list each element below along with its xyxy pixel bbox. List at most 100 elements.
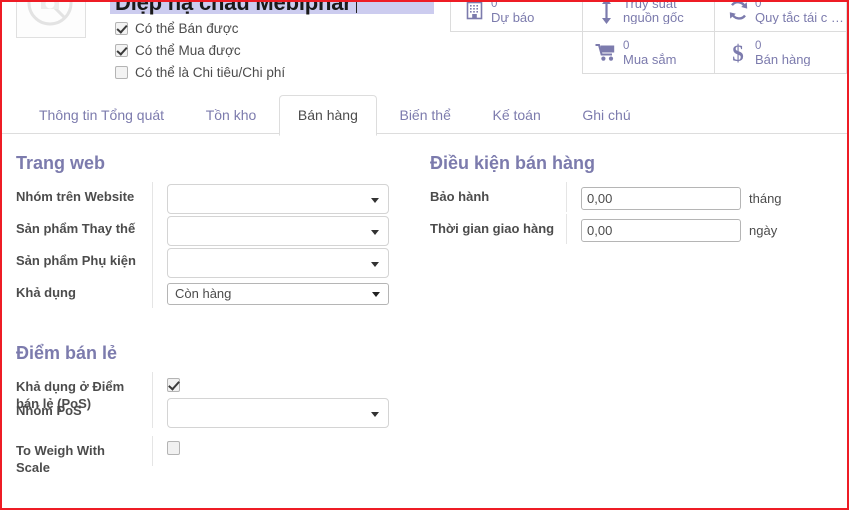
delivery-lead-time-unit: ngày: [749, 222, 778, 238]
chevron-down-icon: [371, 230, 379, 235]
notebook-tab-bar: Thông tin Tổng quát Tồn kho Bán hàng Biế…: [2, 94, 847, 136]
tab-inventory[interactable]: Tồn kho: [187, 95, 276, 136]
chevron-down-icon: [371, 262, 379, 267]
stat-button-reordering-rules[interactable]: 0 Quy tắc tái c …: [714, 0, 847, 32]
text-caret: [355, 2, 357, 13]
stat-reordering-label: Quy tắc tái c …: [755, 10, 844, 24]
svg-text:$: $: [732, 41, 744, 65]
chevron-down-icon: [371, 198, 379, 203]
warranty-input[interactable]: 0,00: [581, 186, 741, 210]
dollar-icon: $: [723, 41, 753, 65]
stat-button-sales-text: 0 Bán hàng: [753, 40, 811, 66]
can-be-expensed-checkbox[interactable]: [115, 65, 128, 79]
stat-button-row-2: 0 Mua sắm $ 0 Bán hàng: [447, 31, 847, 74]
availability-select[interactable]: Còn hàng: [167, 283, 389, 305]
can-be-sold-checkbox[interactable]: [115, 21, 128, 35]
stat-button-traceability[interactable]: Truy suất nguồn gốc: [582, 0, 715, 32]
group-title-pos: Điểm bán lẻ: [16, 343, 118, 363]
accessory-products-input[interactable]: [167, 248, 389, 278]
value-delivery-lead-time: 0,00 ngày: [566, 214, 846, 244]
tab-panel-sales: Trang web Nhóm trên Website Sản phẩm Tha…: [2, 134, 847, 494]
stat-button-forecast[interactable]: 0 Dự báo: [450, 0, 583, 32]
checkbox-row-can-be-expensed[interactable]: Có thể là Chi tiêu/Chi phí: [115, 61, 285, 83]
form-header: Diệp hạ châu Mebiphar Có thể Bán được Có…: [2, 0, 847, 90]
updown-arrow-icon: [591, 2, 621, 24]
sales-right-column: Điều kiện bán hàng Bảo hành 0,00 tháng T…: [416, 152, 846, 246]
checkbox-row-can-be-sold[interactable]: Có thể Bán được: [115, 17, 285, 39]
stat-sales-label: Bán hàng: [755, 52, 811, 66]
label-pos-category: Nhóm PoS: [16, 403, 82, 418]
stat-reordering-value: 0: [755, 0, 762, 10]
building-icon: [459, 2, 489, 20]
stat-sales-value: 0: [755, 39, 762, 52]
to-weigh-with-scale-checkbox[interactable]: [167, 441, 180, 455]
label-availability: Khả dụng: [16, 285, 76, 300]
sales-left-column: Trang web Nhóm trên Website Sản phẩm Tha…: [2, 152, 416, 476]
delivery-lead-time-input[interactable]: 0,00: [581, 218, 741, 242]
value-availability: Còn hàng: [152, 278, 416, 308]
field-row-pos-category: Nhóm PoS: [2, 396, 416, 428]
stat-button-row-1: 0 Dự báo Truy suất nguồn gốc 0 Quy tắc t…: [447, 0, 847, 32]
broken-image-icon: [27, 2, 73, 26]
stat-button-forecast-text: 0 Dự báo: [489, 0, 535, 24]
value-to-weigh-with-scale: [152, 436, 416, 466]
tab-variants[interactable]: Biến thể: [380, 95, 469, 136]
availability-select-value: Còn hàng: [175, 286, 232, 301]
stat-purchases-value: 0: [623, 39, 630, 52]
value-alternative-products: [152, 214, 416, 246]
group-title-sale-conditions: Điều kiện bán hàng: [430, 153, 596, 173]
value-accessory-products: [152, 246, 416, 278]
warranty-unit: tháng: [749, 190, 782, 206]
label-accessory-products: Sản phẩm Phụ kiện: [16, 253, 136, 268]
tab-accounting[interactable]: Kế toán: [473, 95, 559, 136]
alternative-products-input[interactable]: [167, 216, 389, 246]
field-row-delivery-lead-time: Thời gian giao hàng 0,00 ngày: [416, 214, 846, 246]
stat-button-box: 0 Dự báo Truy suất nguồn gốc 0 Quy tắc t…: [447, 0, 847, 74]
stat-button-reordering-rules-text: 0 Quy tắc tái c …: [753, 0, 844, 24]
product-name-text: Diệp hạ châu Mebiphar: [110, 2, 434, 16]
stat-forecast-value: 0: [491, 0, 498, 10]
group-title-website: Trang web: [16, 153, 106, 173]
label-to-weigh-with-scale: To Weigh With Scale: [16, 443, 105, 475]
tab-sales[interactable]: Bán hàng: [278, 95, 377, 136]
pos-category-input[interactable]: [167, 398, 389, 428]
stat-button-purchases[interactable]: 0 Mua sắm: [582, 31, 715, 74]
label-warranty: Bảo hành: [430, 189, 490, 204]
website-category-input[interactable]: [167, 184, 389, 214]
tab-notes[interactable]: Ghi chú: [563, 95, 649, 136]
can-be-purchased-checkbox[interactable]: [115, 43, 128, 57]
value-warranty: 0,00 tháng: [566, 182, 846, 212]
browser-viewport: Diệp hạ châu Mebiphar Có thể Bán được Có…: [0, 0, 849, 510]
product-image-placeholder[interactable]: [16, 2, 86, 38]
can-be-purchased-label: Có thể Mua được: [135, 42, 241, 58]
stat-purchases-label: Mua sắm: [623, 52, 677, 66]
product-name-field[interactable]: Diệp hạ châu Mebiphar: [110, 2, 434, 16]
checkbox-row-can-be-purchased[interactable]: Có thể Mua được: [115, 39, 285, 61]
field-row-website-category: Nhóm trên Website: [2, 182, 416, 214]
product-flags-list: Có thể Bán được Có thể Mua được Có thể l…: [115, 17, 285, 83]
field-row-warranty: Bảo hành 0,00 tháng: [416, 182, 846, 214]
cart-icon: [591, 43, 621, 62]
tab-general-info[interactable]: Thông tin Tổng quát: [20, 95, 183, 136]
available-in-pos-checkbox[interactable]: [167, 378, 180, 392]
refresh-icon: [723, 2, 753, 20]
chevron-down-icon: [372, 292, 380, 297]
value-website-category: [152, 182, 416, 214]
label-delivery-lead-time: Thời gian giao hàng: [430, 221, 555, 236]
value-pos-category: [152, 396, 416, 428]
can-be-sold-label: Có thể Bán được: [135, 20, 239, 36]
label-alternative-products: Sản phẩm Thay thế: [16, 221, 136, 236]
field-row-to-weigh-with-scale: To Weigh With Scale: [2, 436, 416, 476]
label-website-category: Nhóm trên Website: [16, 189, 135, 204]
stat-button-traceability-text: Truy suất nguồn gốc: [621, 0, 714, 24]
stat-traceability-label: Truy suất nguồn gốc: [623, 0, 684, 24]
stat-button-sales[interactable]: $ 0 Bán hàng: [714, 31, 847, 74]
field-row-availability: Khả dụng Còn hàng: [2, 278, 416, 310]
chevron-down-icon: [371, 412, 379, 417]
stat-button-purchases-text: 0 Mua sắm: [621, 40, 676, 66]
can-be-expensed-label: Có thể là Chi tiêu/Chi phí: [135, 64, 286, 80]
stat-forecast-label: Dự báo: [491, 10, 535, 24]
field-row-alternative-products: Sản phẩm Thay thế: [2, 214, 416, 246]
form-scroll-container: Diệp hạ châu Mebiphar Có thể Bán được Có…: [2, 0, 847, 494]
